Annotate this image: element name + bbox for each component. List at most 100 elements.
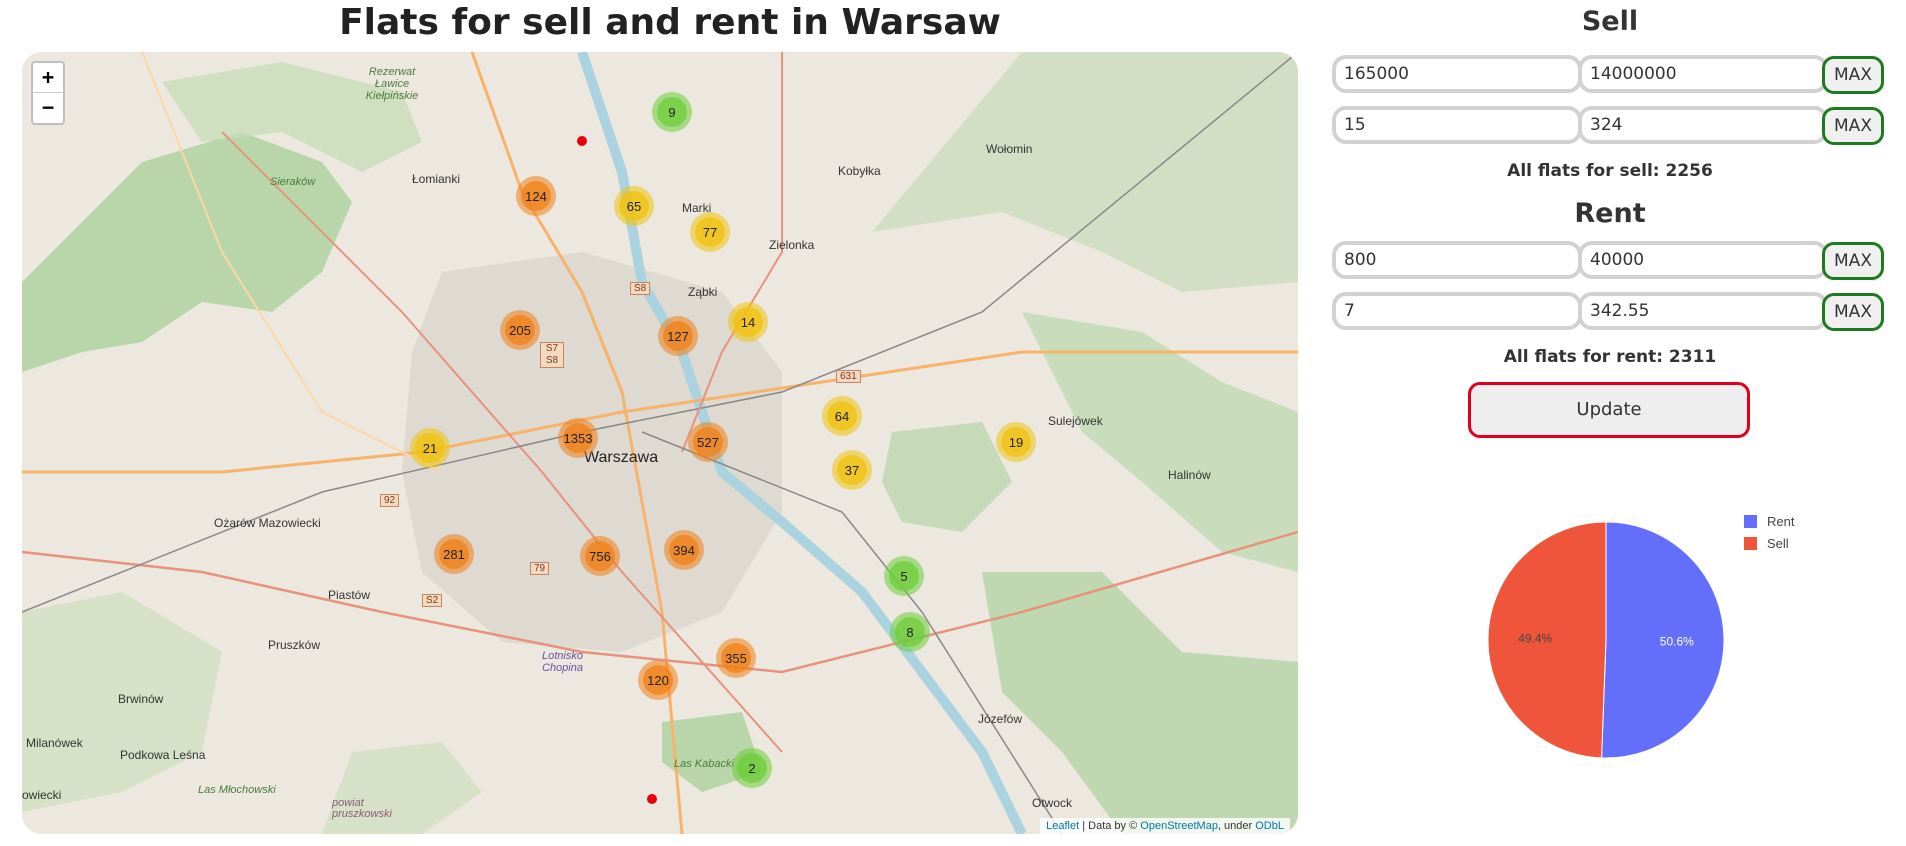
legend-item-rent[interactable]: Rent (1744, 514, 1794, 529)
road-shield-s8: S8 (630, 282, 651, 295)
marker-cluster[interactable]: 5 (884, 556, 924, 596)
pie-label-sell: 49.4% (1518, 632, 1552, 646)
sell-area-max-button[interactable]: MAX (1822, 107, 1884, 145)
marker-cluster[interactable]: 64 (822, 396, 862, 436)
cluster-count: 37 (837, 455, 867, 485)
rent-area-max-input[interactable]: 342.55 (1578, 292, 1828, 330)
road-shield-s2: S2 (422, 594, 443, 607)
cluster-count: 281 (439, 539, 469, 569)
filter-panel: Sell 165000 14000000 MAX 15 324 MAX All … (1330, 0, 1890, 846)
place-label-piastow: Piastów (328, 588, 371, 602)
marker-cluster[interactable]: 281 (434, 534, 474, 574)
place-label-otwock: Otwock (1032, 796, 1073, 810)
place-label-zabki: Ząbki (688, 285, 718, 299)
cluster-count: 9 (657, 97, 687, 127)
leaflet-link[interactable]: Leaflet (1046, 820, 1079, 832)
place-label-warszawa: Warszawa (584, 449, 659, 466)
place-label-brwinow: Brwinów (118, 692, 164, 706)
place-label-sulejowek: Sulejówek (1048, 414, 1103, 428)
marker-cluster[interactable]: 127 (658, 316, 698, 356)
place-label-halinow: Halinów (1168, 468, 1211, 482)
sell-price-max-input[interactable]: 14000000 (1578, 55, 1828, 93)
road-shield-92: 92 (380, 494, 400, 507)
marker-cluster[interactable]: 14 (728, 302, 768, 342)
rent-price-max-input[interactable]: 40000 (1578, 241, 1828, 279)
marker-cluster[interactable]: 756 (580, 536, 620, 576)
flat-marker[interactable] (647, 794, 657, 804)
flat-marker[interactable] (577, 136, 587, 146)
odbl-link[interactable]: ODbL (1255, 820, 1284, 832)
marker-cluster[interactable]: 394 (664, 530, 704, 570)
marker-cluster[interactable]: 124 (516, 176, 556, 216)
cluster-count: 124 (521, 181, 551, 211)
place-label-las-kabacki: Las Kabacki (674, 758, 734, 770)
place-label-pruszkow: Pruszków (268, 638, 321, 652)
place-label-lomianki: Łomianki (412, 172, 461, 186)
pie-chart: 50.6% 49.4% (1487, 521, 1725, 759)
zoom-out-button[interactable]: − (33, 93, 63, 122)
place-label-jozefow: Józefów (978, 712, 1023, 726)
cluster-count: 2 (737, 753, 767, 783)
rent-count: All flats for rent: 2311 (1503, 347, 1717, 367)
marker-cluster[interactable]: 77 (690, 212, 730, 252)
sell-price-min-input[interactable]: 165000 (1332, 55, 1582, 93)
attribution-text: , under (1217, 820, 1256, 832)
marker-cluster[interactable]: 355 (716, 638, 756, 678)
sell-area-max-input[interactable]: 324 (1578, 106, 1828, 144)
cluster-count: 756 (585, 541, 615, 571)
rent-area-min-input[interactable]: 7 (1332, 292, 1582, 330)
marker-cluster[interactable]: 37 (832, 450, 872, 490)
openstreetmap-link[interactable]: OpenStreetMap (1140, 820, 1218, 832)
marker-cluster[interactable]: 9 (652, 92, 692, 132)
map-tiles[interactable] (22, 52, 1298, 834)
cluster-count: 14 (733, 307, 763, 337)
sell-title: Sell (1581, 6, 1639, 37)
cluster-count: 205 (505, 315, 535, 345)
cluster-count: 77 (695, 217, 725, 247)
cluster-count: 527 (693, 427, 723, 457)
cluster-count: 120 (643, 665, 673, 695)
rent-area-max-button[interactable]: MAX (1822, 293, 1884, 331)
place-label-ozarow: Ożarów Mazowiecki (214, 516, 321, 530)
place-label-zielonka: Zielonka (769, 238, 815, 252)
road-shield-631: 631 (836, 370, 861, 383)
legend-item-sell[interactable]: Sell (1744, 536, 1789, 551)
sell-area-min-input[interactable]: 15 (1332, 106, 1582, 144)
cluster-count: 65 (619, 191, 649, 221)
marker-cluster[interactable]: 120 (638, 660, 678, 700)
place-label-lotnisko: Lotnisko Chopina (542, 650, 583, 674)
place-label-las-mlochowski: Las Młochowski (198, 784, 276, 796)
zoom-in-button[interactable]: + (33, 63, 63, 93)
legend-label-sell: Sell (1767, 536, 1789, 551)
place-label-milanowek: Milanówek (26, 736, 83, 750)
sell-price-max-button[interactable]: MAX (1822, 56, 1884, 94)
cluster-count: 21 (415, 433, 445, 463)
marker-cluster[interactable]: 8 (890, 612, 930, 652)
cluster-count: 19 (1001, 427, 1031, 457)
page-title: Flats for sell and rent in Warsaw (339, 2, 1001, 43)
cluster-count: 8 (895, 617, 925, 647)
place-label-podkowa: Podkowa Leśna (120, 748, 206, 762)
cluster-count: 127 (663, 321, 693, 351)
place-label-wolomin: Wołomin (986, 142, 1033, 156)
legend-swatch-rent (1744, 515, 1757, 528)
update-button[interactable]: Update (1468, 382, 1750, 438)
map[interactable]: + − Rezerwat Ławice Kiełpińskie Sieraków… (22, 52, 1298, 834)
legend-swatch-sell (1744, 537, 1757, 550)
marker-cluster[interactable]: 2 (732, 748, 772, 788)
marker-cluster[interactable]: 205 (500, 310, 540, 350)
marker-cluster[interactable]: 1353 (558, 418, 598, 458)
zoom-control: + − (31, 61, 65, 125)
map-attribution: Leaflet | Data by © OpenStreetMap, under… (1040, 818, 1290, 834)
cluster-count: 394 (669, 535, 699, 565)
marker-cluster[interactable]: 527 (688, 422, 728, 462)
place-label-sierakow: Sieraków (270, 176, 316, 188)
rent-price-min-input[interactable]: 800 (1332, 241, 1582, 279)
sell-count: All flats for sell: 2256 (1507, 161, 1713, 181)
rent-price-max-button[interactable]: MAX (1822, 242, 1884, 280)
place-label-rezerwat: Rezerwat Ławice Kiełpińskie (365, 66, 419, 102)
marker-cluster[interactable]: 19 (996, 422, 1036, 462)
marker-cluster[interactable]: 65 (614, 186, 654, 226)
marker-cluster[interactable]: 21 (410, 428, 450, 468)
cluster-count: 355 (721, 643, 751, 673)
